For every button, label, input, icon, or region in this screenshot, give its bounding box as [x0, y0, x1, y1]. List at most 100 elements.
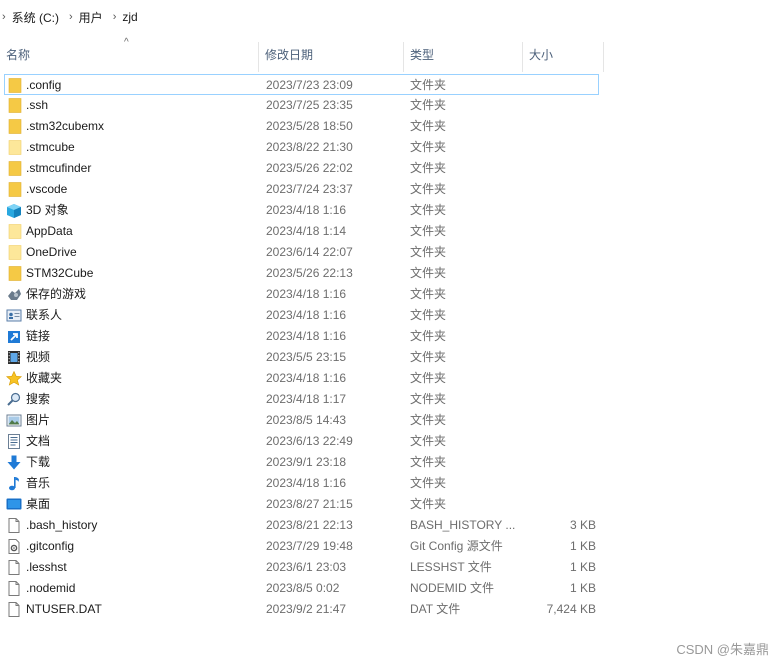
- file-row[interactable]: .lesshst 2023/6/1 23:03 LESSHST 文件 1 KB: [0, 557, 600, 578]
- row-size: [524, 116, 596, 137]
- row-modified-date: 2023/4/18 1:16: [266, 329, 347, 343]
- row-type: 文件夹: [410, 329, 447, 343]
- row-modified-date: 2023/6/13 22:49: [266, 434, 353, 448]
- folder-row[interactable]: AppData 2023/4/18 1:14 文件夹: [0, 221, 600, 242]
- column-header-name[interactable]: 名称: [0, 34, 258, 74]
- row-modified-date: 2023/8/27 21:15: [266, 497, 353, 511]
- column-divider[interactable]: [603, 42, 604, 72]
- row-modified-date: 2023/6/14 22:07: [266, 245, 353, 259]
- row-name: .vscode: [26, 182, 68, 196]
- folder-row[interactable]: 搜索 2023/4/18 1:17 文件夹: [0, 389, 600, 410]
- folder-row[interactable]: .stmcufinder 2023/5/26 22:02 文件夹: [0, 158, 600, 179]
- row-name: .ssh: [26, 98, 49, 112]
- row-size: [524, 284, 596, 305]
- column-header-date[interactable]: 修改日期: [259, 34, 403, 74]
- row-modified-date: 2023/4/18 1:16: [266, 308, 347, 322]
- column-header-name-label: 名称: [6, 47, 31, 62]
- folder-row[interactable]: OneDrive 2023/6/14 22:07 文件夹: [0, 242, 600, 263]
- folder-icon: [6, 98, 22, 113]
- breadcrumb-separator-icon[interactable]: ›: [69, 11, 73, 23]
- file-row[interactable]: .bash_history 2023/8/21 22:13 BASH_HISTORY…: [0, 515, 600, 536]
- documents-icon: [6, 434, 22, 449]
- column-header-date-label: 修改日期: [265, 47, 314, 62]
- folder-row[interactable]: 图片 2023/8/5 14:43 文件夹: [0, 410, 600, 431]
- links-icon: [6, 329, 22, 344]
- row-size: [524, 305, 596, 326]
- row-name: 下载: [26, 455, 51, 469]
- folder-row[interactable]: 下载 2023/9/1 23:18 文件夹: [0, 452, 600, 473]
- folder-row[interactable]: 链接 2023/4/18 1:16 文件夹: [0, 326, 600, 347]
- folder-row[interactable]: STM32Cube 2023/5/26 22:13 文件夹: [0, 263, 600, 284]
- column-header-size-label: 大小: [529, 47, 554, 62]
- folder-row[interactable]: .vscode 2023/7/24 23:37 文件夹: [0, 179, 600, 200]
- breadcrumb-separator-icon[interactable]: ›: [2, 11, 6, 23]
- folder-row[interactable]: 保存的游戏 2023/4/18 1:16 文件夹: [0, 284, 600, 305]
- breadcrumb-item[interactable]: zjd: [122, 10, 137, 24]
- row-size: 1 KB: [569, 581, 596, 595]
- row-type: 文件夹: [410, 266, 447, 280]
- row-type: NODEMID 文件: [410, 581, 495, 595]
- videos-icon: [6, 350, 22, 365]
- row-name: 文档: [26, 434, 51, 448]
- breadcrumb: › 系统 (C:) › 用户 › zjd: [0, 0, 781, 34]
- file-row[interactable]: .nodemid 2023/8/5 0:02 NODEMID 文件 1 KB: [0, 578, 600, 599]
- row-name: 桌面: [26, 497, 51, 511]
- row-name: 视频: [26, 350, 51, 364]
- row-type: 文件夹: [410, 78, 447, 92]
- breadcrumb-separator-icon[interactable]: ›: [113, 11, 117, 23]
- breadcrumb-item[interactable]: 用户: [79, 9, 103, 26]
- row-modified-date: 2023/7/24 23:37: [266, 182, 353, 196]
- folder-row[interactable]: 联系人 2023/4/18 1:16 文件夹: [0, 305, 600, 326]
- row-size: [524, 158, 596, 179]
- row-name: 音乐: [26, 476, 51, 490]
- row-name: 3D 对象: [26, 203, 69, 217]
- folder-row[interactable]: .stm32cubemx 2023/5/28 18:50 文件夹: [0, 116, 600, 137]
- saved-games-icon: [6, 287, 22, 302]
- row-type: 文件夹: [410, 287, 447, 301]
- row-modified-date: 2023/8/5 0:02: [266, 581, 340, 595]
- row-type: 文件夹: [410, 455, 447, 469]
- folder-row[interactable]: 桌面 2023/8/27 21:15 文件夹: [0, 494, 600, 515]
- folder-row[interactable]: 文档 2023/6/13 22:49 文件夹: [0, 431, 600, 452]
- folder-row[interactable]: .stmcube 2023/8/22 21:30 文件夹: [0, 137, 600, 158]
- row-size: [524, 452, 596, 473]
- column-header-type[interactable]: 类型: [404, 34, 522, 74]
- watermark: CSDN @朱嘉鼎: [676, 642, 769, 657]
- row-modified-date: 2023/5/26 22:13: [266, 266, 353, 280]
- file-row[interactable]: .gitconfig 2023/7/29 19:48 Git Config 源文件 1…: [0, 536, 600, 557]
- folder-row[interactable]: 音乐 2023/4/18 1:16 文件夹: [0, 473, 600, 494]
- row-modified-date: 2023/8/22 21:30: [266, 140, 353, 154]
- row-size: [524, 137, 596, 158]
- row-size: [524, 368, 596, 389]
- folder-row[interactable]: .ssh 2023/7/25 23:35 文件夹: [0, 95, 600, 116]
- row-type: 文件夹: [410, 434, 447, 448]
- row-type: 文件夹: [410, 350, 447, 364]
- row-size: [524, 347, 596, 368]
- downloads-icon: [6, 455, 22, 470]
- desktop-icon: [6, 497, 22, 512]
- row-size: [524, 494, 596, 515]
- row-modified-date: 2023/4/18 1:16: [266, 287, 347, 301]
- row-type: 文件夹: [410, 182, 447, 196]
- breadcrumb-item[interactable]: 系统 (C:): [12, 9, 59, 26]
- row-name: .config: [26, 78, 62, 92]
- row-modified-date: 2023/8/5 14:43: [266, 413, 347, 427]
- folder-row[interactable]: 视频 2023/5/5 23:15 文件夹: [0, 347, 600, 368]
- row-type: 文件夹: [410, 371, 447, 385]
- file-icon: [6, 602, 22, 617]
- favorites-icon: [5, 370, 23, 386]
- folder-row[interactable]: 3D 对象 2023/4/18 1:16 文件夹: [0, 200, 600, 221]
- folder-row[interactable]: 收藏夹 2023/4/18 1:16 文件夹: [0, 368, 600, 389]
- column-header-size[interactable]: 大小: [523, 34, 603, 74]
- row-modified-date: 2023/9/2 21:47: [266, 602, 347, 616]
- file-icon: [6, 518, 22, 533]
- folder-row[interactable]: .config 2023/7/23 23:09 文件夹: [4, 74, 599, 95]
- pictures-icon: [6, 413, 22, 428]
- row-type: 文件夹: [410, 308, 447, 322]
- row-type: 文件夹: [410, 392, 447, 406]
- row-size: 1 KB: [569, 539, 596, 553]
- folder-icon: [6, 182, 22, 197]
- folder-icon: [6, 161, 22, 176]
- file-row[interactable]: NTUSER.DAT 2023/9/2 21:47 DAT 文件 7,424 KB: [0, 599, 600, 620]
- row-modified-date: 2023/5/5 23:15: [266, 350, 347, 364]
